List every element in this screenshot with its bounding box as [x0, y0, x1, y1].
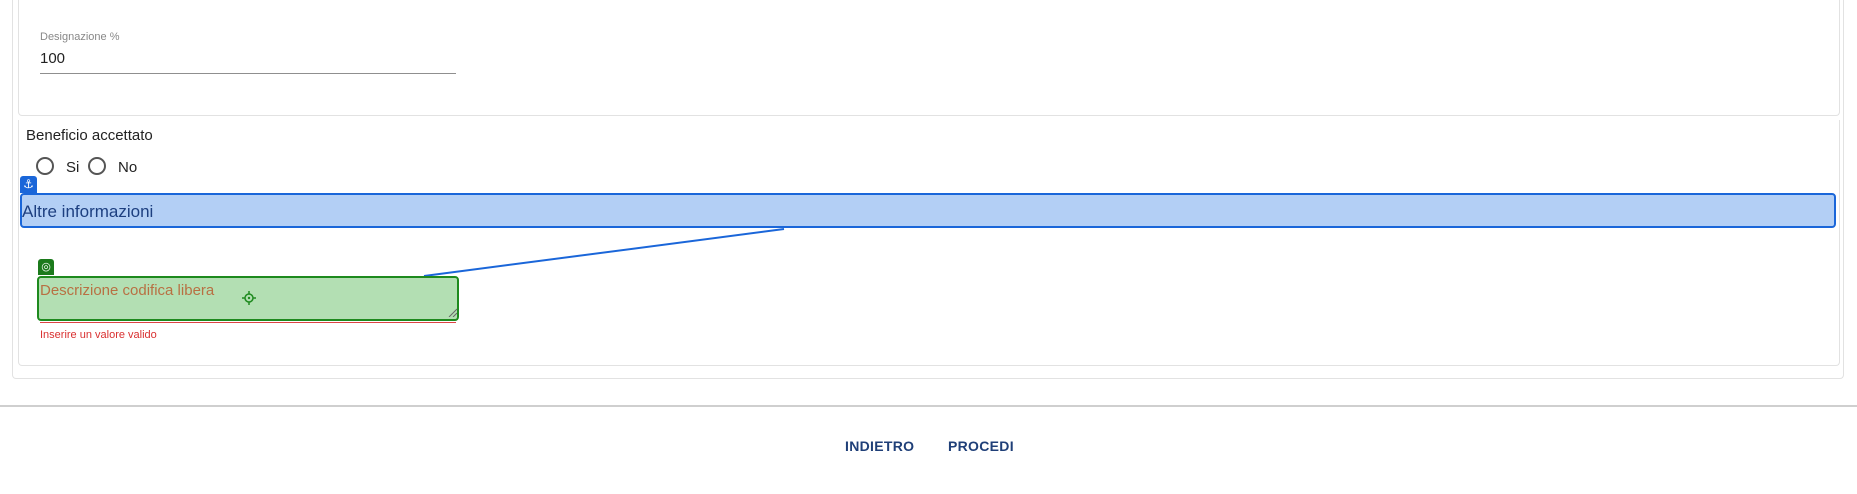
proceed-button[interactable]: PROCEDI: [948, 438, 1014, 454]
radio-no[interactable]: [88, 157, 106, 175]
description-placeholder: Descrizione codifica libera: [40, 282, 215, 299]
radio-no-label: No: [118, 159, 138, 176]
designation-label: Designazione %: [40, 31, 120, 43]
designation-field[interactable]: 100: [40, 50, 65, 67]
footer-divider: [0, 405, 1857, 407]
description-error: Inserire un valore valido: [40, 329, 157, 341]
designation-underline: [40, 73, 456, 74]
radio-yes[interactable]: [36, 157, 54, 175]
target-icon: ◎: [38, 259, 54, 275]
anchor-icon: ⚓: [20, 176, 37, 193]
crosshair-icon: [242, 291, 256, 305]
other-info-card: [18, 120, 1840, 366]
description-underline: [40, 322, 456, 323]
radio-yes-label: Si: [66, 159, 80, 176]
resize-handle-icon[interactable]: [447, 307, 457, 317]
other-info-highlight: [20, 193, 1836, 228]
other-info-title: Altre informazioni: [22, 202, 154, 221]
designation-card: [18, 0, 1840, 116]
benefit-accepted-label: Beneficio accettato: [26, 127, 153, 144]
back-button[interactable]: INDIETRO: [845, 438, 914, 454]
